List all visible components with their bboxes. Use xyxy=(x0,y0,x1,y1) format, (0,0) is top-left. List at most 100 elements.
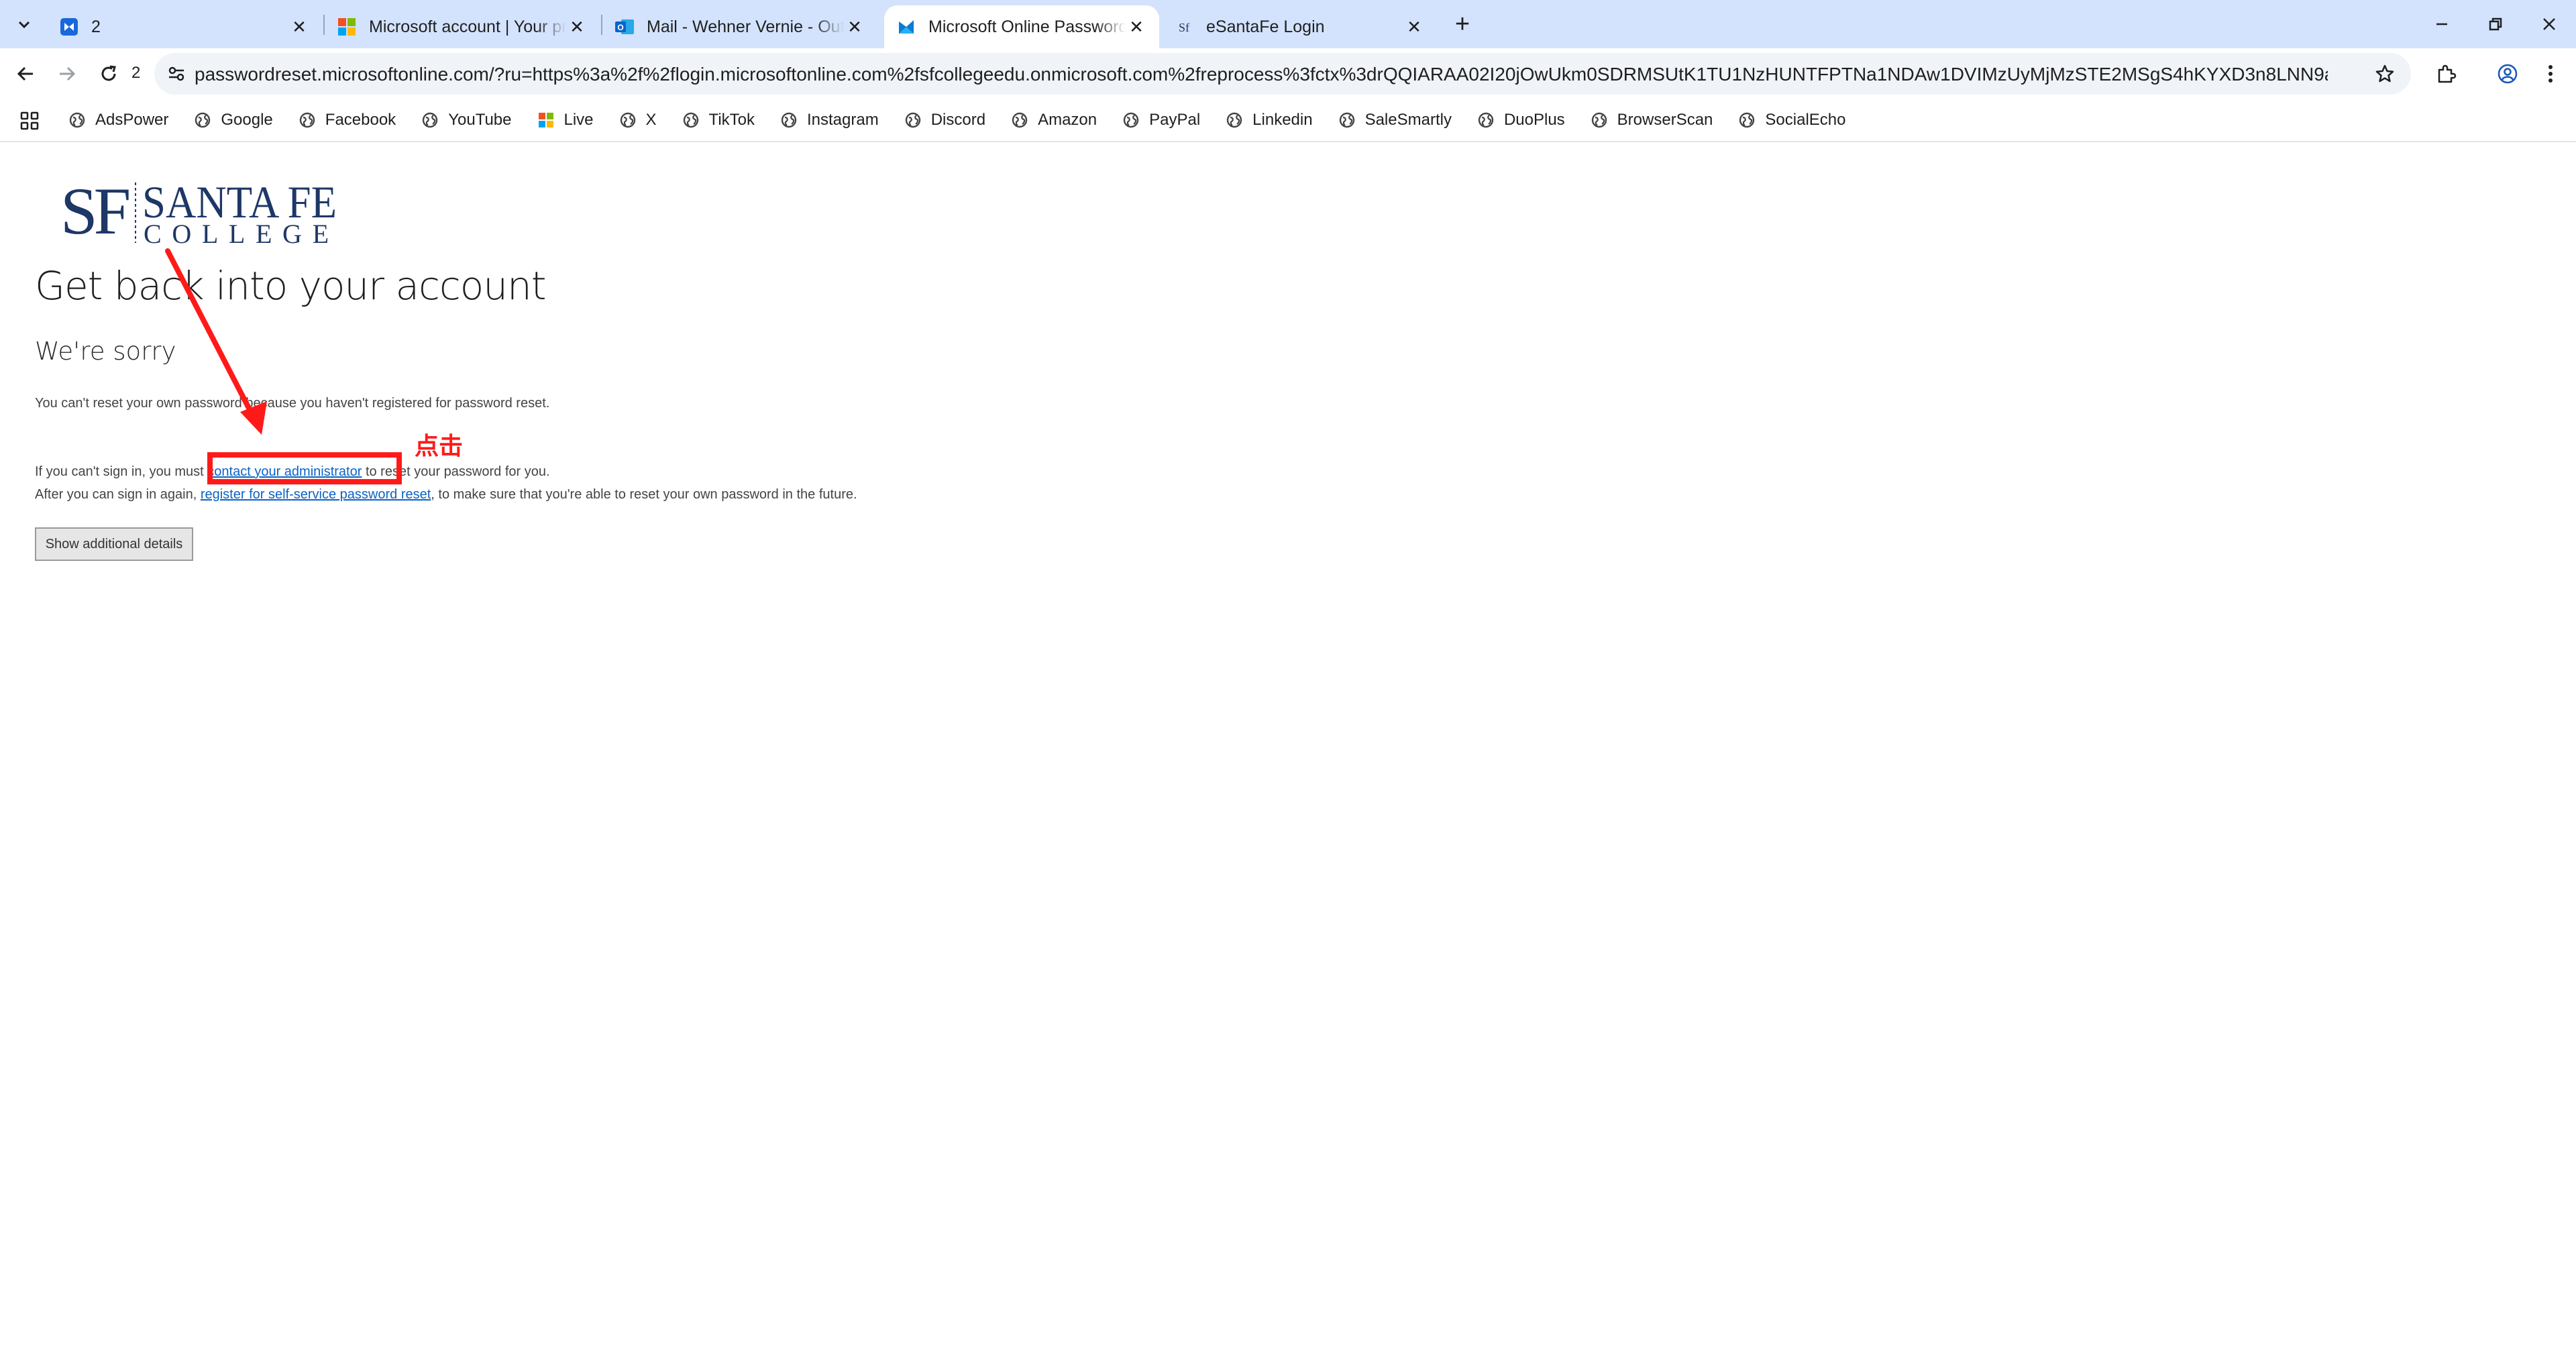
browser-toolbar: 2 passwordreset.microsoftonline.com/?ru=… xyxy=(0,48,2576,99)
globe-icon xyxy=(299,111,316,129)
tab-search-button[interactable] xyxy=(9,9,39,39)
bookmark-label: Google xyxy=(221,111,273,129)
close-icon[interactable]: ✕ xyxy=(844,16,865,38)
svg-text:COLLEGE: COLLEGE xyxy=(144,219,338,246)
site-info-icon[interactable] xyxy=(162,60,191,88)
globe-icon xyxy=(194,111,211,129)
bookmark-label: BrowserScan xyxy=(1617,111,1713,129)
apps-button[interactable] xyxy=(17,109,42,133)
tab-3[interactable]: O Mail - Wehner Vernie - Outlook ✕ xyxy=(602,5,877,48)
svg-text:Sf: Sf xyxy=(1179,21,1189,34)
globe-icon xyxy=(1338,111,1356,129)
svg-text:SF: SF xyxy=(60,176,129,246)
address-bar[interactable]: passwordreset.microsoftonline.com/?ru=ht… xyxy=(154,53,2411,95)
tab-title: Microsoft Online Password Reset xyxy=(928,17,1126,36)
close-icon[interactable]: ✕ xyxy=(288,16,310,38)
apps-grid-icon xyxy=(20,111,39,130)
profile-button[interactable] xyxy=(2489,55,2526,93)
password-reset-icon xyxy=(896,17,916,37)
tab-title: eSantaFe Login xyxy=(1206,17,1325,36)
tab-4-active[interactable]: Microsoft Online Password Reset ✕ xyxy=(884,5,1159,48)
bookmark-item[interactable]: BrowserScan xyxy=(1587,105,1717,135)
bookmark-item[interactable]: SaleSmartly xyxy=(1334,105,1456,135)
santa-fe-college-logo: SF SANTA FE COLLEGE xyxy=(60,176,338,246)
globe-icon xyxy=(619,111,637,129)
close-window-button[interactable] xyxy=(2522,0,2576,48)
show-additional-details-button[interactable]: Show additional details xyxy=(35,527,193,561)
reload-badge: 2 xyxy=(131,64,141,82)
puzzle-icon xyxy=(2438,64,2457,83)
tab-2[interactable]: Microsoft account | Your profile ✕ xyxy=(325,5,600,48)
jira-icon xyxy=(59,17,79,37)
bookmark-item[interactable]: X xyxy=(615,105,661,135)
bookmark-star-icon[interactable] xyxy=(2372,61,2398,87)
microsoft-icon xyxy=(537,111,555,129)
bookmark-label: DuoPlus xyxy=(1503,111,1565,129)
instruction-text: After you can sign in again, xyxy=(35,487,201,502)
outlook-icon: O xyxy=(614,17,635,37)
bookmark-item[interactable]: AdsPower xyxy=(64,105,172,135)
bookmark-item[interactable]: TikTok xyxy=(678,105,759,135)
tab-5[interactable]: Sf eSantaFe Login ✕ xyxy=(1162,5,1437,48)
bookmark-item[interactable]: Instagram xyxy=(776,105,883,135)
globe-icon xyxy=(780,111,798,129)
globe-icon xyxy=(1477,111,1495,129)
tab-title: Microsoft account | Your profile xyxy=(369,17,566,36)
close-icon xyxy=(2543,18,2555,30)
instruction-text: If you can't sign in, you must xyxy=(35,464,208,479)
restore-button[interactable] xyxy=(2469,0,2522,48)
bookmark-item[interactable]: Facebook xyxy=(294,105,400,135)
reload-button[interactable] xyxy=(90,55,127,93)
register-self-service-link[interactable]: register for self-service password reset xyxy=(201,487,431,502)
bookmark-label: X xyxy=(645,111,657,129)
bookmark-item[interactable]: Amazon xyxy=(1007,105,1101,135)
close-icon[interactable]: ✕ xyxy=(1126,16,1147,38)
chevron-down-icon xyxy=(18,21,30,29)
bookmark-list: AdsPower Google Facebook YouTube Live X TikTok… xyxy=(64,99,1867,141)
reload-icon xyxy=(101,65,116,81)
bookmark-label: Amazon xyxy=(1038,111,1097,129)
close-icon[interactable]: ✕ xyxy=(1403,16,1425,38)
bookmark-label: Linkedin xyxy=(1252,111,1313,129)
bookmark-label: Live xyxy=(564,111,594,129)
bookmark-item[interactable]: PayPal xyxy=(1118,105,1204,135)
bookmark-label: SaleSmartly xyxy=(1364,111,1452,129)
tab-title: Mail - Wehner Vernie - Outlook xyxy=(647,17,844,36)
menu-button[interactable] xyxy=(2532,55,2569,93)
bookmark-item[interactable]: Linkedin xyxy=(1222,105,1316,135)
more-vertical-icon xyxy=(2548,65,2553,83)
bookmark-item[interactable]: Google xyxy=(190,105,276,135)
bookmark-label: Instagram xyxy=(807,111,879,129)
bookmark-item[interactable]: YouTube xyxy=(417,105,515,135)
tab-1[interactable]: 2 ✕ xyxy=(47,5,322,48)
santa-fe-icon: Sf xyxy=(1174,17,1194,37)
forward-button[interactable] xyxy=(48,55,86,93)
bookmark-item[interactable]: DuoPlus xyxy=(1473,105,1569,135)
globe-icon xyxy=(421,111,439,129)
bookmark-item[interactable]: Discord xyxy=(900,105,989,135)
error-message: You can't reset your own password becaus… xyxy=(35,396,550,411)
bookmark-item[interactable]: Live xyxy=(533,105,598,135)
globe-icon xyxy=(68,111,86,129)
bookmark-item[interactable]: SocialEcho xyxy=(1734,105,1849,135)
globe-icon xyxy=(682,111,700,129)
page-subtitle: We're sorry xyxy=(35,337,176,366)
close-icon[interactable]: ✕ xyxy=(566,16,588,38)
arrow-right-icon xyxy=(60,66,76,81)
globe-icon xyxy=(1738,111,1756,129)
new-tab-button[interactable]: + xyxy=(1448,9,1477,39)
minimize-icon xyxy=(2436,23,2447,25)
minimize-button[interactable] xyxy=(2415,0,2469,48)
annotation-highlight-box xyxy=(207,452,402,484)
bookmark-label: PayPal xyxy=(1149,111,1201,129)
tab-title: 2 xyxy=(91,17,101,36)
bookmark-label: Facebook xyxy=(325,111,396,129)
globe-icon xyxy=(1591,111,1608,129)
account-circle-icon xyxy=(2498,64,2518,84)
restore-icon xyxy=(2489,17,2502,31)
extensions-button[interactable] xyxy=(2427,55,2465,93)
back-button[interactable] xyxy=(7,55,44,93)
plus-icon: + xyxy=(1454,9,1470,38)
url-text[interactable]: passwordreset.microsoftonline.com/?ru=ht… xyxy=(195,64,2328,85)
globe-icon xyxy=(1226,111,1243,129)
